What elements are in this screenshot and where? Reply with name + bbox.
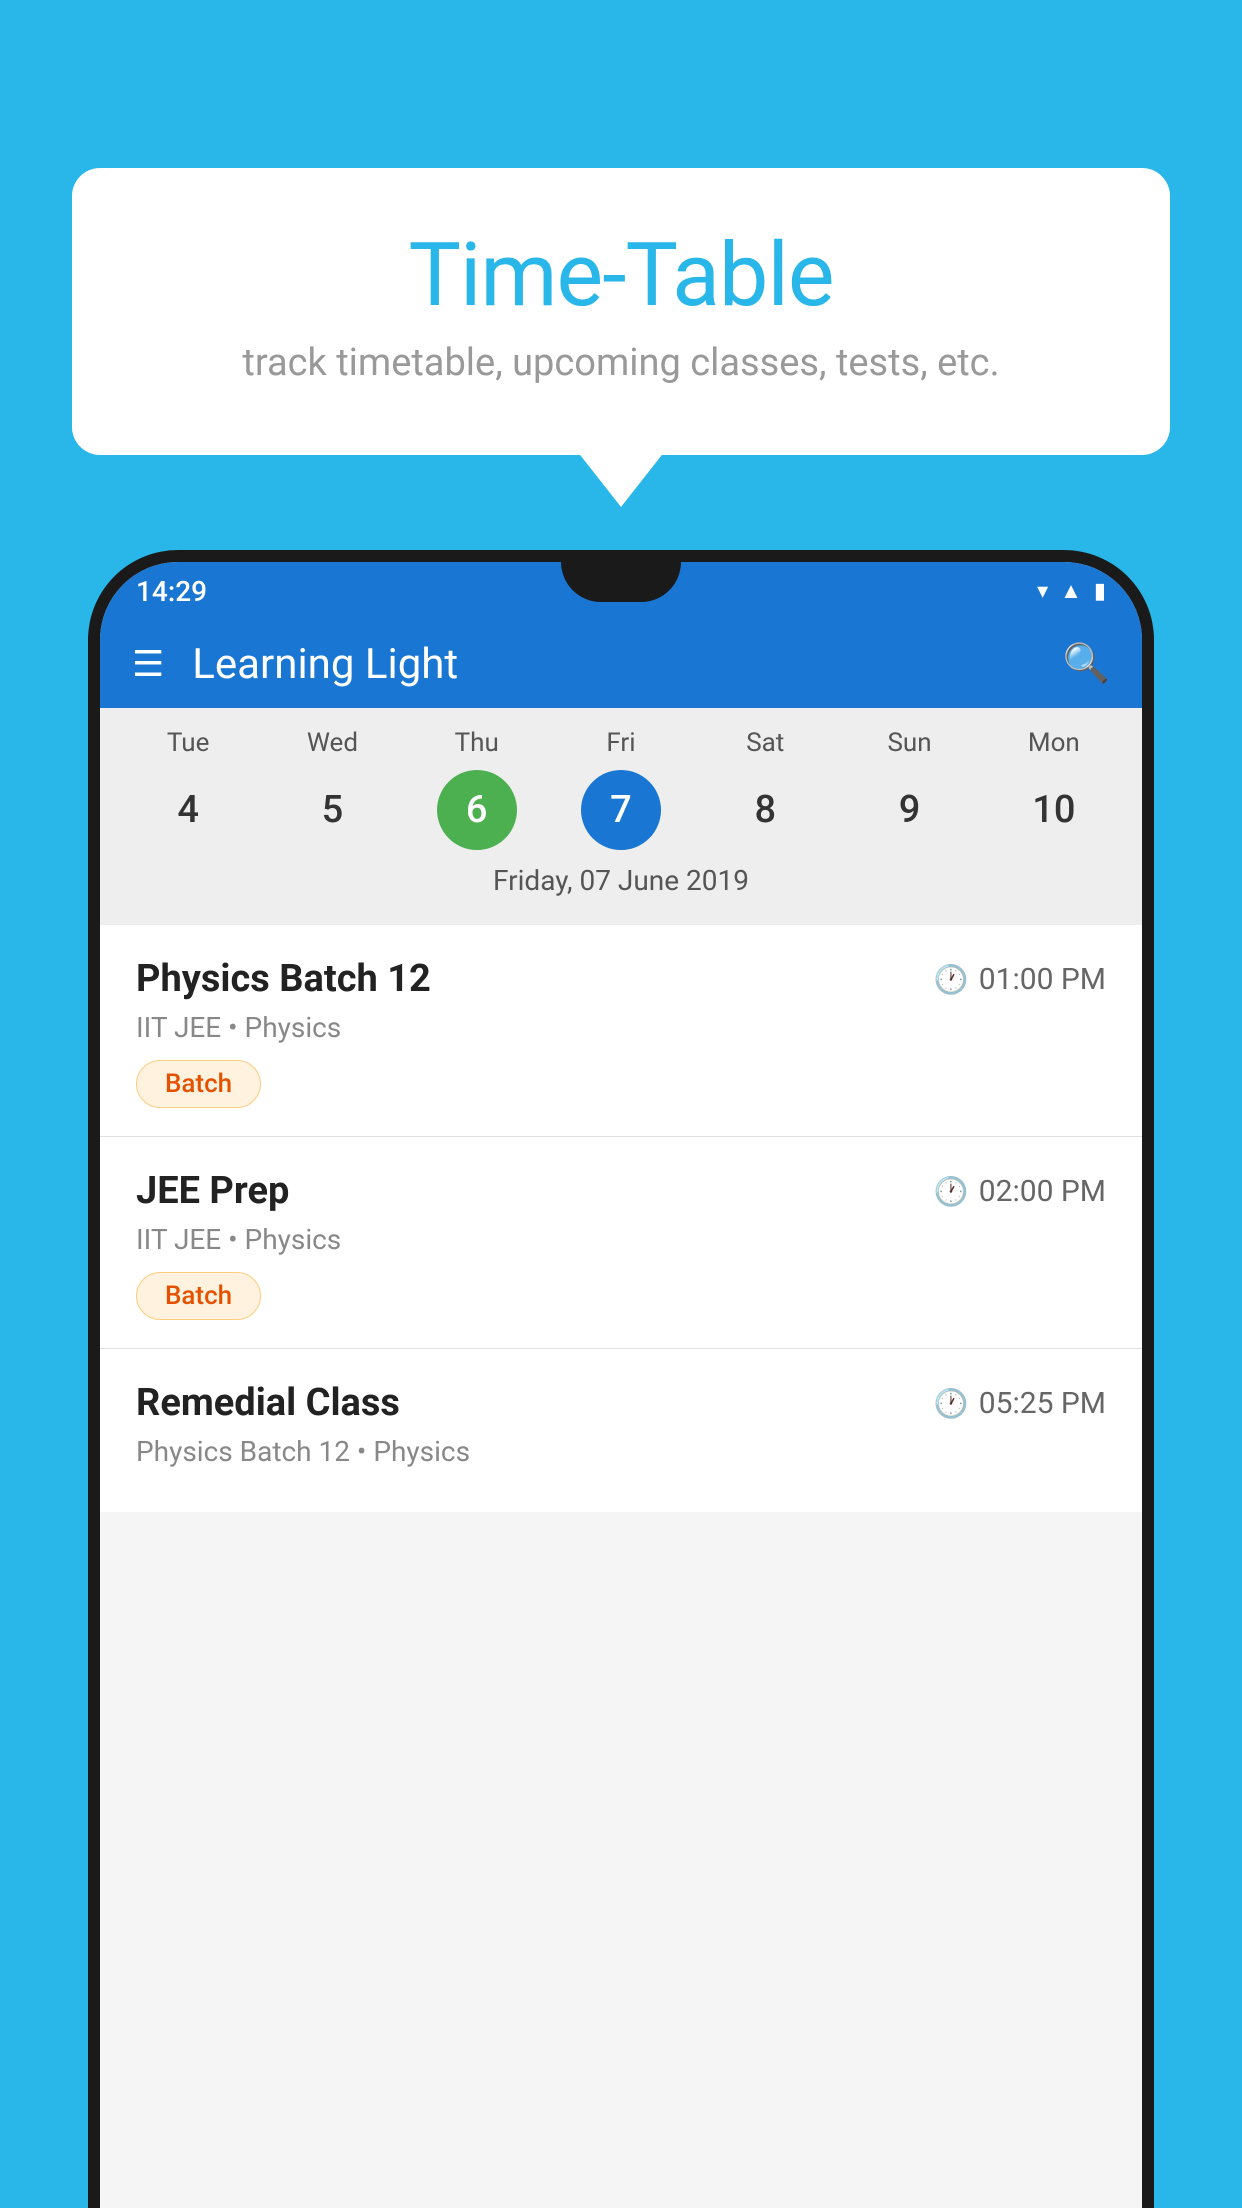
calendar-week: Tue Wed Thu Fri Sat Sun Mon 4 5 6 7 8 9 … [100,708,1142,925]
schedule-item-2-name: JEE Prep [136,1169,289,1213]
day-label-thu: Thu [437,728,517,758]
battery-icon: ▮ [1094,579,1106,604]
day-label-sun: Sun [870,728,950,758]
schedule-item-2-time-text: 02:00 PM [979,1174,1106,1209]
day-4[interactable]: 4 [148,770,228,850]
day-label-sat: Sat [725,728,805,758]
phone-screen: 14:29 ▾ ▲ ▮ ☰ Learning Light 🔍 Tue Wed T… [100,562,1142,2208]
schedule-item-2-meta: IIT JEE • Physics [136,1223,1106,1256]
schedule-item-1-meta: IIT JEE • Physics [136,1011,1106,1044]
signal-icon: ▲ [1060,578,1082,604]
status-time: 14:29 [136,575,207,608]
schedule-item-1-name: Physics Batch 12 [136,957,431,1001]
wifi-icon: ▾ [1037,579,1048,604]
schedule-item-2-time: 🕐 02:00 PM [934,1174,1106,1209]
bubble-title: Time-Table [152,228,1090,325]
clock-icon-3: 🕐 [934,1387,969,1420]
schedule-item-1-header: Physics Batch 12 🕐 01:00 PM [136,957,1106,1001]
speech-bubble: Time-Table track timetable, upcoming cla… [72,168,1170,455]
day-8[interactable]: 8 [725,770,805,850]
app-header: ☰ Learning Light 🔍 [100,620,1142,708]
day-label-wed: Wed [292,728,372,758]
schedule-item-3-time-text: 05:25 PM [979,1386,1106,1421]
clock-icon-2: 🕐 [934,1175,969,1208]
day-labels: Tue Wed Thu Fri Sat Sun Mon [100,728,1142,758]
phone-mockup: 14:29 ▾ ▲ ▮ ☰ Learning Light 🔍 Tue Wed T… [88,550,1154,2208]
schedule-item-3-name: Remedial Class [136,1381,400,1425]
day-label-mon: Mon [1014,728,1094,758]
schedule-item-3-header: Remedial Class 🕐 05:25 PM [136,1381,1106,1425]
schedule-list: Physics Batch 12 🕐 01:00 PM IIT JEE • Ph… [100,925,1142,1512]
schedule-item-1-time: 🕐 01:00 PM [934,962,1106,997]
schedule-item-3[interactable]: Remedial Class 🕐 05:25 PM Physics Batch … [100,1349,1142,1512]
schedule-item-1[interactable]: Physics Batch 12 🕐 01:00 PM IIT JEE • Ph… [100,925,1142,1137]
schedule-item-2-header: JEE Prep 🕐 02:00 PM [136,1169,1106,1213]
day-label-fri: Fri [581,728,661,758]
day-7-selected[interactable]: 7 [581,770,661,850]
schedule-item-3-time: 🕐 05:25 PM [934,1386,1106,1421]
selected-date-label: Friday, 07 June 2019 [100,850,1142,915]
day-label-tue: Tue [148,728,228,758]
day-6-today[interactable]: 6 [437,770,517,850]
app-title: Learning Light [192,640,1062,689]
day-numbers: 4 5 6 7 8 9 10 [100,770,1142,850]
phone-notch [561,550,681,602]
schedule-item-1-badge: Batch [136,1060,261,1108]
day-5[interactable]: 5 [292,770,372,850]
search-icon[interactable]: 🔍 [1063,642,1110,686]
schedule-item-1-time-text: 01:00 PM [979,962,1106,997]
day-9[interactable]: 9 [870,770,950,850]
schedule-item-3-meta: Physics Batch 12 • Physics [136,1435,1106,1468]
clock-icon-1: 🕐 [934,963,969,996]
status-icons: ▾ ▲ ▮ [1037,578,1106,604]
bubble-subtitle: track timetable, upcoming classes, tests… [152,341,1090,385]
schedule-item-2[interactable]: JEE Prep 🕐 02:00 PM IIT JEE • Physics Ba… [100,1137,1142,1349]
menu-icon[interactable]: ☰ [132,643,164,685]
schedule-item-2-badge: Batch [136,1272,261,1320]
day-10[interactable]: 10 [1014,770,1094,850]
